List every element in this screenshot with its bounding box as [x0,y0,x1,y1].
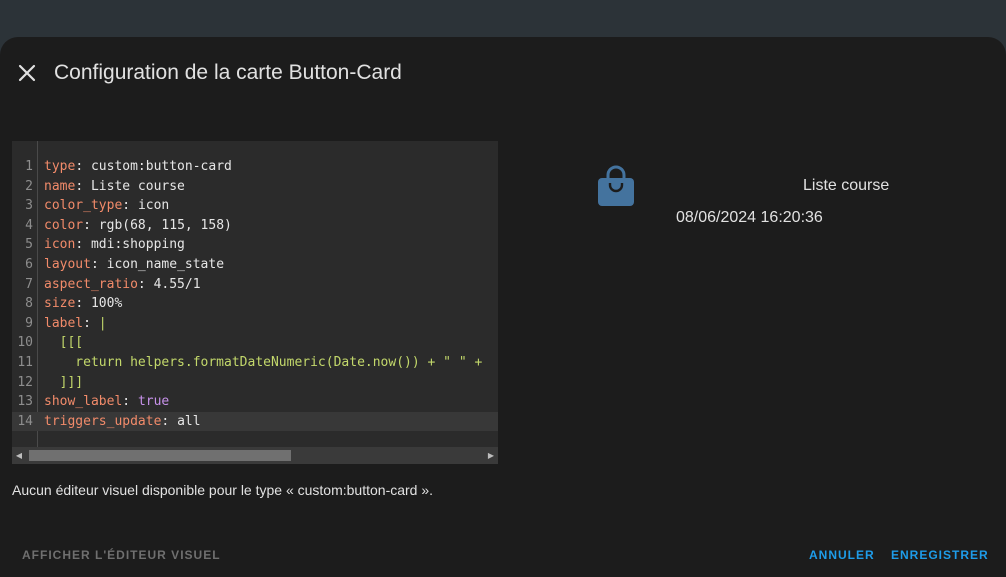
code-line[interactable]: 7 aspect_ratio: 4.55/1 [12,275,498,295]
yaml-key: show_label [44,394,123,410]
yaml-key: icon [44,237,76,253]
code-line[interactable]: 11 return helpers.formatDateNumeric(Date… [12,353,498,373]
close-icon [18,64,36,82]
code-text: triggers_update: all [44,413,201,429]
yaml-key: label [44,315,84,331]
shopping-icon [598,165,634,206]
save-button[interactable]: ENREGISTRER [891,548,989,562]
line-number: 5 [25,237,33,253]
line-number: 9 [25,315,33,331]
line-number: 10 [17,335,33,351]
yaml-value: ]]] [44,374,84,390]
code-text: color_type: icon [44,198,170,214]
yaml-key: size [44,296,76,312]
code-line[interactable]: 10 [[[ [12,333,498,353]
yaml-value: return helpers.formatDateNumeric(Date.no… [44,355,483,370]
yaml-key: layout [44,257,91,272]
yaml-value: [[[ [44,335,84,351]
yaml-value: icon_name_state [106,257,225,272]
code-text: aspect_ratio: 4.55/1 [44,276,201,292]
code-text: name: Liste course [44,178,185,194]
code-line[interactable]: 4 color: rgb(68, 115, 158) [12,216,498,236]
code-text: return helpers.formatDateNumeric(Date.no… [44,353,482,373]
yaml-value: true [137,394,170,410]
yaml-value: 100% [90,296,123,312]
yaml-value: mdi:shopping [90,237,185,253]
yaml-value: custom:button-card [90,159,232,174]
line-number: 11 [17,355,33,370]
card-preview[interactable] [596,165,636,207]
yaml-key: aspect_ratio [44,276,138,292]
code-line[interactable]: 6 layout: icon_name_state [12,255,498,275]
line-number: 7 [25,276,33,292]
card-name: Liste course [803,177,890,194]
code-text: icon: mdi:shopping [44,237,185,253]
code-line[interactable]: 12 ]]] [12,373,498,393]
yaml-value: icon [137,198,170,214]
code-text: color: rgb(68, 115, 158) [44,217,232,233]
chevron-left-icon[interactable]: ◀ [12,447,26,464]
line-number: 3 [25,198,33,214]
card-label: 08/06/2024 16:20:36 [676,209,823,226]
code-line[interactable]: 9 label: | [12,314,498,334]
horizontal-scrollbar[interactable]: ◀ ▶ [12,447,498,464]
yaml-value: | [98,315,107,331]
code-text: size: 100% [44,296,123,312]
chevron-right-icon[interactable]: ▶ [484,447,498,464]
no-visual-editor-notice: Aucun éditeur visuel disponible pour le … [12,482,434,498]
dialog-title: Configuration de la carte Button-Card [54,61,402,84]
line-number: 14 [17,413,33,429]
line-number: 13 [17,394,33,410]
code-text: type: custom:button-card [44,159,232,174]
code-line[interactable]: 5 icon: mdi:shopping [12,235,498,255]
yaml-value: all [177,413,201,429]
line-number: 1 [25,159,33,174]
line-number: 8 [25,296,33,312]
code-text: [[[ [44,333,84,353]
yaml-value: 4.55/1 [153,276,201,292]
code-line[interactable]: 13 show_label: true [12,392,498,412]
yaml-key: color [44,217,84,233]
code-text: layout: icon_name_state [44,257,225,272]
yaml-key: color_type [44,198,123,214]
code-line[interactable]: 2 name: Liste course [12,177,498,197]
yaml-value: Liste course [90,178,185,194]
yaml-value: rgb(68, 115, 158) [98,217,232,233]
line-number: 2 [25,178,33,194]
code-line[interactable]: 3 color_type: icon [12,196,498,216]
code-text: label: | [44,315,107,331]
yaml-code-editor[interactable]: 1 type: custom:button-card 2 name: Liste co… [12,141,498,464]
line-number: 4 [25,217,33,233]
code-text: ]]] [44,373,84,393]
yaml-key: type [44,159,76,174]
scrollbar-thumb[interactable] [29,450,291,461]
show-visual-editor-button[interactable]: AFFICHER L'ÉDITEUR VISUEL [22,548,221,562]
line-number: 6 [25,257,33,272]
code-text: show_label: true [44,394,170,410]
line-number: 12 [17,374,33,390]
cancel-button[interactable]: ANNULER [809,548,875,562]
close-button[interactable] [16,62,38,84]
yaml-key: name [44,178,76,194]
code-line[interactable]: 14 triggers_update: all [12,411,498,432]
code-line[interactable]: 8 size: 100% [12,294,498,314]
yaml-key: triggers_update [44,413,162,429]
code-line[interactable]: 1 type: custom:button-card [12,157,498,177]
